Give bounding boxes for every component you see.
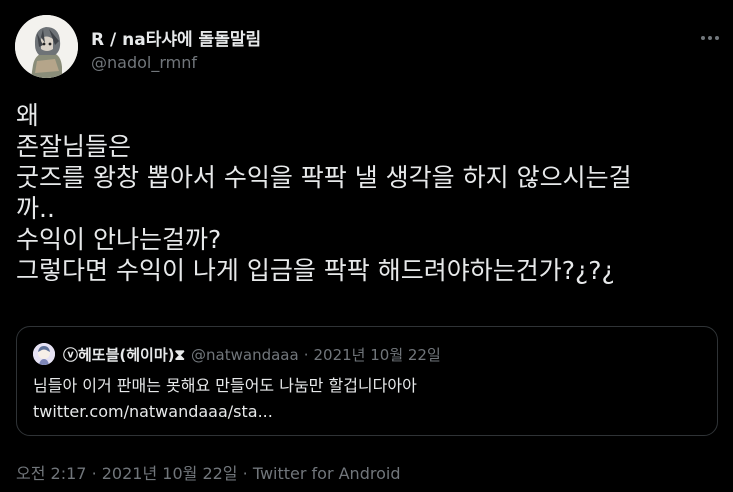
tweet-text-line: 왜 (16, 101, 40, 130)
quoted-author-name: ⓥ헤또블(헤이마)⧗ (63, 346, 186, 364)
tweet-text-line: 존잘님들은 (16, 132, 132, 161)
tweet-text: 왜 존잘님들은 굿즈를 왕창 뽑아서 수익을 팍팍 낼 생각을 하지 않으시는걸… (16, 100, 721, 286)
author-avatar[interactable] (15, 15, 78, 78)
tweet-date[interactable]: 2021년 10월 22일 (102, 464, 238, 483)
quoted-tweet-link[interactable]: twitter.com/natwandaaa/sta... (33, 401, 273, 423)
more-horizontal-icon (701, 36, 719, 40)
author-display-name[interactable]: R / na타샤에 돌돌말림 (91, 25, 261, 50)
separator-dot: · (242, 464, 248, 483)
more-options-button[interactable] (694, 28, 726, 48)
anime-character-avatar-icon (15, 15, 78, 78)
tweet-card: R / na타샤에 돌돌말림 @nadol_rmnf 왜 존잘님들은 굿즈를 왕… (0, 0, 733, 492)
tweet-time[interactable]: 오전 2:17 (16, 464, 86, 483)
author-handle[interactable]: @nadol_rmnf (91, 53, 197, 72)
tweet-text-line: 그렇다면 수익이 나게 입금을 팍팍 해드려야하는건가?¿?¿ (16, 256, 615, 285)
tweet-text-line: 까.. (16, 194, 55, 223)
quoted-avatar-icon (33, 343, 55, 365)
separator-dot: · (91, 464, 97, 483)
quoted-tweet-text: 님들아 이거 판매는 못해요 만들어도 나눔만 할겁니다아아 (33, 376, 417, 395)
tweet-text-line: 수익이 안나는걸까? (16, 225, 222, 254)
tweet-text-line: 굿즈를 왕창 뽑아서 수익을 팍팍 낼 생각을 하지 않으시는걸 (16, 163, 632, 192)
quoted-tweet-date: 2021년 10월 22일 (313, 346, 441, 364)
quoted-author-handle: @natwandaaa (191, 345, 299, 364)
tweet-metadata: 오전 2:17 · 2021년 10월 22일 · Twitter for An… (16, 460, 400, 484)
quoted-tweet-header: ⓥ헤또블(헤이마)⧗ @natwandaaa · 2021년 10월 22일 (63, 344, 441, 365)
quoted-author-avatar (33, 343, 55, 365)
separator-dot: · (303, 345, 309, 364)
quoted-tweet[interactable]: ⓥ헤또블(헤이마)⧗ @natwandaaa · 2021년 10월 22일 님… (16, 326, 718, 436)
tweet-source[interactable]: Twitter for Android (253, 464, 401, 483)
